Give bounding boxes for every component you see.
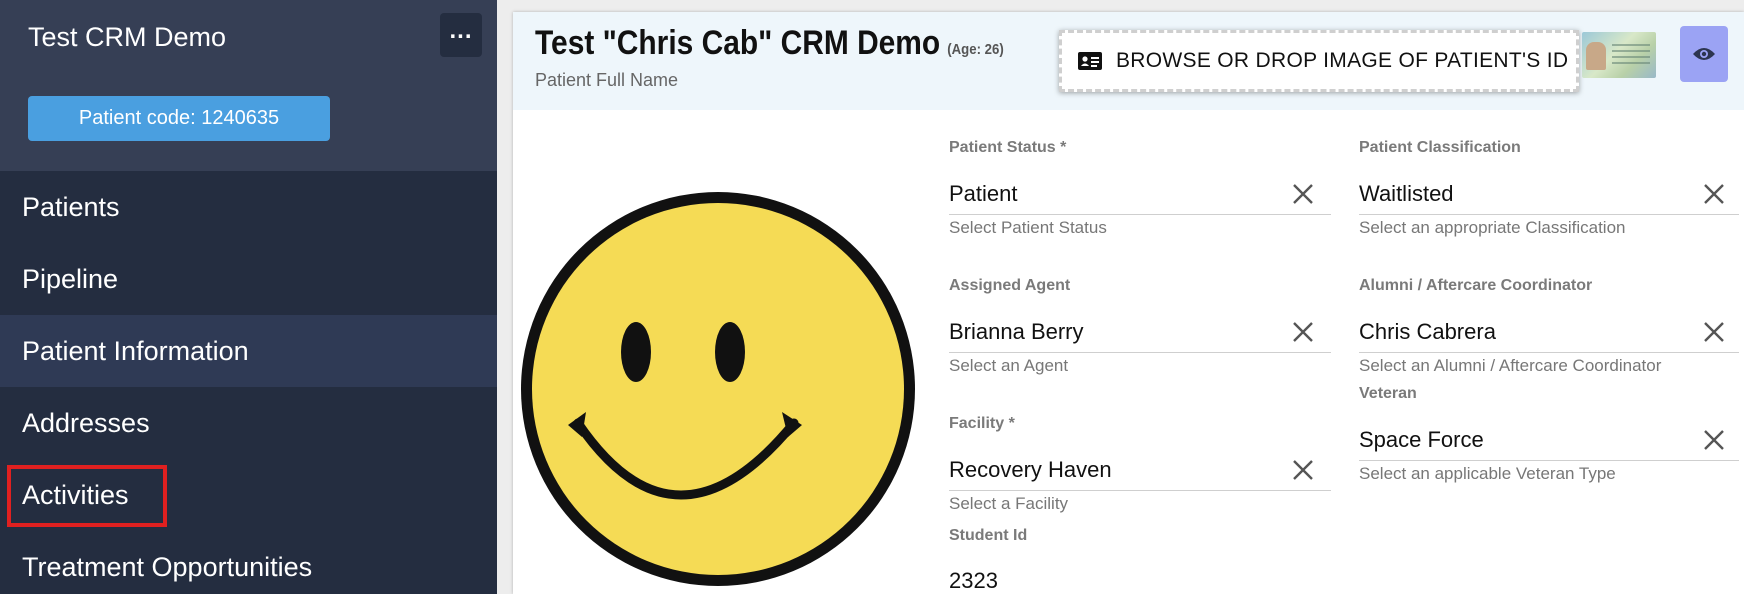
id-card-icon <box>1078 52 1102 70</box>
clear-veteran-icon[interactable] <box>1702 428 1726 452</box>
assigned-agent-select[interactable]: Brianna Berry <box>949 319 1084 345</box>
id-photo-face <box>1586 42 1606 70</box>
patient-avatar[interactable] <box>516 187 920 591</box>
patient-classification-hint: Select an appropriate Classification <box>1359 218 1626 237</box>
facility-underline <box>949 490 1331 491</box>
alumni-coordinator-label: Alumni / Aftercare Coordinator <box>1359 277 1593 294</box>
id-text-lines <box>1612 44 1650 66</box>
patient-status-select[interactable]: Patient <box>949 181 1018 207</box>
patient-name-label: Patient Full Name <box>535 70 679 90</box>
id-thumbnail[interactable] <box>1582 32 1656 78</box>
patient-classification-underline <box>1359 214 1739 215</box>
id-image-dropzone[interactable]: BROWSE OR DROP IMAGE OF PATIENT'S ID <box>1059 30 1579 92</box>
student-id-input[interactable]: 2323 <box>949 568 998 594</box>
clear-patient-status-icon[interactable] <box>1291 182 1315 206</box>
eye-icon <box>1693 48 1715 60</box>
clear-facility-icon[interactable] <box>1291 458 1315 482</box>
clear-assigned-agent-icon[interactable] <box>1291 320 1315 344</box>
patient-age: (Age: 26) <box>947 41 1004 58</box>
facility-hint: Select a Facility <box>949 494 1069 513</box>
assigned-agent-label: Assigned Agent <box>949 277 1071 294</box>
alumni-coordinator-select[interactable]: Chris Cabrera <box>1359 319 1496 345</box>
sidebar-item-patients[interactable]: Patients <box>0 171 497 243</box>
sidebar-header: Test CRM Demo ... Patient code: 1240635 <box>0 0 497 171</box>
patient-status-label: Patient Status * <box>949 139 1067 156</box>
clear-patient-classification-icon[interactable] <box>1702 182 1726 206</box>
alumni-coordinator-hint: Select an Alumni / Aftercare Coordinator <box>1359 356 1662 375</box>
veteran-hint: Select an applicable Veteran Type <box>1359 464 1616 483</box>
app-title: Test CRM Demo <box>28 22 227 52</box>
patient-name: Test "Chris Cab" CRM Demo (Age: 26) <box>535 24 1004 63</box>
patient-code-badge[interactable]: Patient code: 1240635 <box>28 96 330 141</box>
sidebar: Test CRM Demo ... Patient code: 1240635 … <box>0 0 497 594</box>
sidebar-item-addresses[interactable]: Addresses <box>0 387 497 459</box>
veteran-select[interactable]: Space Force <box>1359 427 1484 453</box>
sidebar-item-pipeline[interactable]: Pipeline <box>0 243 497 315</box>
more-options-button[interactable]: ... <box>440 13 482 57</box>
veteran-label: Veteran <box>1359 385 1417 402</box>
sidebar-item-treatment-opportunities[interactable]: Treatment Opportunities <box>0 531 497 594</box>
patient-name-text: Test "Chris Cab" CRM Demo <box>535 24 941 62</box>
patient-status-underline <box>949 214 1331 215</box>
facility-select[interactable]: Recovery Haven <box>949 457 1112 483</box>
alumni-coordinator-underline <box>1359 352 1739 353</box>
activities-highlight-box <box>7 465 167 527</box>
facility-label: Facility * <box>949 415 1015 432</box>
id-dropzone-label: BROWSE OR DROP IMAGE OF PATIENT'S ID <box>1116 49 1569 72</box>
assigned-agent-underline <box>949 352 1331 353</box>
patient-classification-select[interactable]: Waitlisted <box>1359 181 1454 207</box>
assigned-agent-hint: Select an Agent <box>949 356 1069 375</box>
patient-status-hint: Select Patient Status <box>949 218 1107 237</box>
veteran-underline <box>1359 460 1739 461</box>
patient-header: Test "Chris Cab" CRM Demo (Age: 26) Patie… <box>513 12 1744 110</box>
patient-classification-label: Patient Classification <box>1359 139 1521 156</box>
clear-alumni-coordinator-icon[interactable] <box>1702 320 1726 344</box>
student-id-label: Student Id <box>949 527 1028 544</box>
sidebar-item-patient-information[interactable]: Patient Information <box>0 315 497 387</box>
view-id-button[interactable] <box>1680 26 1728 82</box>
